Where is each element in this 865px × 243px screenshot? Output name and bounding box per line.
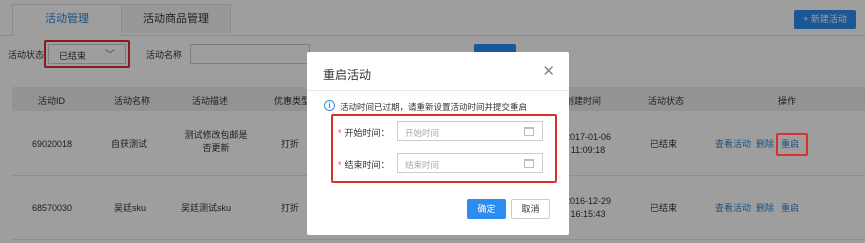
close-icon[interactable]: ✕ <box>542 62 555 80</box>
restart-highlight-box <box>776 133 808 156</box>
info-icon: i <box>324 100 335 111</box>
dialog-notice: 活动时间已过期，请重新设置活动时间并提交重启 <box>340 102 528 112</box>
confirm-button[interactable]: 确定 <box>467 199 506 219</box>
restart-activity-dialog: 重启活动 ✕ i 活动时间已过期，请重新设置活动时间并提交重启 * 开始时间： 开… <box>307 52 569 235</box>
cancel-button[interactable]: 取消 <box>511 199 550 219</box>
dialog-divider <box>307 90 569 91</box>
dialog-title: 重启活动 <box>323 68 372 82</box>
time-fields-highlight-box <box>331 114 557 183</box>
